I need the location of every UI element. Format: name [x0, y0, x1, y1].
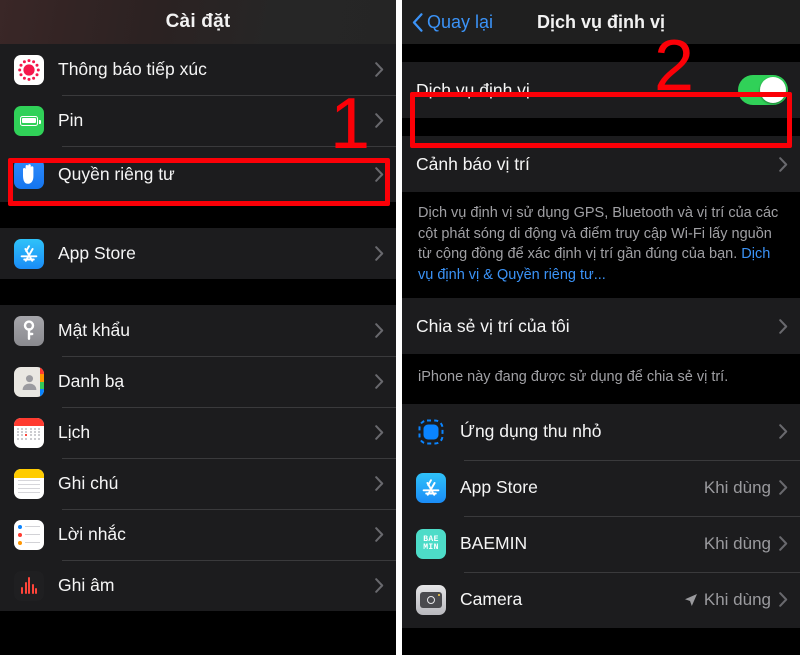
app-label: BAEMIN — [460, 533, 528, 554]
calendar-icon — [14, 417, 44, 448]
location-alerts-label: Cảnh báo vị trí — [416, 153, 530, 174]
back-button-label: Quay lại — [427, 11, 494, 32]
app-row-app-clips[interactable]: Ứng dụng thu nhỏ — [402, 403, 800, 460]
section-gap — [0, 279, 396, 305]
chevron-right-icon — [375, 246, 384, 261]
sidebar-item-label: Thông báo tiếp xúc — [58, 59, 207, 79]
chevron-right-icon — [375, 166, 384, 182]
sidebar-item-label: Quyền riêng tư — [58, 163, 175, 184]
notes-icon — [14, 468, 44, 499]
location-services-description: Dịch vụ định vị sử dụng GPS, Bluetooth v… — [402, 192, 800, 299]
sidebar-item-label: Lời nhắc — [58, 524, 126, 544]
chevron-right-icon — [779, 156, 788, 172]
page-title: Cài đặt — [165, 11, 231, 32]
camera-icon — [416, 584, 446, 615]
section-gap — [0, 202, 396, 228]
battery-icon — [14, 105, 44, 136]
chevron-right-icon — [375, 578, 384, 593]
sidebar-item-label: App Store — [58, 243, 136, 263]
sidebar-item-calendar[interactable]: Lịch — [0, 407, 396, 458]
app-row-right: Khi dùng — [684, 590, 788, 610]
description-text: Dịch vụ định vị sử dụng GPS, Bluetooth v… — [418, 205, 779, 263]
app-permission-value: Khi dùng — [703, 533, 771, 553]
chevron-right-icon — [375, 374, 384, 389]
app-permission-value: Khi dùng — [703, 589, 771, 609]
app-label: Ứng dụng thu nhỏ — [460, 421, 602, 442]
share-location-footnote: iPhone này đang được sử dụng để chia sẻ … — [402, 354, 800, 404]
app-label: Camera — [460, 589, 523, 610]
app-row-baemin[interactable]: BAE MIN BAEMIN Khi dùng — [402, 515, 800, 572]
app-store-icon — [14, 238, 44, 269]
screenshot-root: Cài đặt Thông báo tiếp xúc Pin Quyền riê… — [0, 0, 800, 655]
sidebar-item-label: Pin — [58, 110, 84, 130]
contacts-icon — [14, 366, 44, 397]
sidebar-item-label: Ghi chú — [58, 473, 119, 493]
exposure-notification-icon — [14, 54, 44, 85]
back-button[interactable]: Quay lại — [412, 12, 493, 33]
chevron-right-icon — [375, 113, 384, 128]
location-services-panel: Quay lại Dịch vụ định vị Dịch vụ định vị… — [402, 0, 800, 655]
settings-group-3: Mật khẩu Danh bạ Lịch Ghi chú Lời nhắc G… — [0, 305, 396, 611]
sidebar-item-app-store[interactable]: App Store — [0, 228, 396, 279]
chevron-right-icon — [779, 536, 788, 552]
toggle-knob — [760, 77, 786, 103]
sidebar-item-label: Mật khẩu — [58, 320, 130, 340]
section-gap — [402, 118, 800, 136]
reminders-icon — [14, 519, 44, 550]
right-navbar: Quay lại Dịch vụ định vị — [402, 0, 800, 44]
sidebar-item-reminders[interactable]: Lời nhắc — [0, 509, 396, 560]
share-location-label: Chia sẻ vị trí của tôi — [416, 315, 570, 336]
section-gap — [402, 44, 800, 62]
sidebar-item-label: Danh bạ — [58, 371, 125, 391]
chevron-right-icon — [375, 527, 384, 542]
sidebar-item-voice-memos[interactable]: Ghi âm — [0, 560, 396, 611]
chevron-right-icon — [375, 425, 384, 440]
chevron-right-icon — [779, 592, 788, 608]
app-row-app-store[interactable]: App Store Khi dùng — [402, 459, 800, 516]
passwords-key-icon — [14, 315, 44, 346]
baemin-icon: BAE MIN — [416, 528, 446, 559]
location-services-toggle[interactable] — [738, 75, 788, 105]
privacy-hand-icon — [14, 159, 44, 189]
settings-group-1: Thông báo tiếp xúc Pin Quyền riêng tư — [0, 44, 396, 202]
sidebar-item-contacts[interactable]: Danh bạ — [0, 356, 396, 407]
app-row-right — [771, 424, 788, 440]
sidebar-item-passwords[interactable]: Mật khẩu — [0, 305, 396, 356]
chevron-right-icon — [375, 476, 384, 491]
sidebar-item-label: Lịch — [58, 422, 91, 442]
location-services-toggle-row[interactable]: Dịch vụ định vị — [402, 62, 800, 118]
app-row-camera[interactable]: Camera Khi dùng — [402, 571, 800, 628]
location-services-label: Dịch vụ định vị — [416, 79, 530, 100]
chevron-left-icon — [412, 12, 423, 32]
chevron-right-icon — [375, 62, 384, 77]
chevron-right-icon — [779, 424, 788, 440]
chevron-right-icon — [375, 323, 384, 338]
voice-memos-icon — [14, 570, 44, 601]
app-row-right: Khi dùng — [704, 478, 788, 498]
sidebar-item-privacy[interactable]: Quyền riêng tư — [0, 146, 396, 202]
app-permission-value: Khi dùng — [703, 477, 771, 497]
share-location-row[interactable]: Chia sẻ vị trí của tôi — [402, 298, 800, 355]
app-row-right: Khi dùng — [704, 534, 788, 554]
app-store-icon — [416, 472, 446, 503]
chevron-right-icon — [779, 480, 788, 496]
location-alerts-row[interactable]: Cảnh báo vị trí — [402, 136, 800, 192]
app-label: App Store — [460, 477, 538, 498]
chevron-right-icon — [779, 319, 788, 334]
left-navbar: Cài đặt — [0, 0, 396, 44]
settings-panel: Cài đặt Thông báo tiếp xúc Pin Quyền riê… — [0, 0, 396, 655]
sidebar-item-exposure-notifications[interactable]: Thông báo tiếp xúc — [0, 44, 396, 95]
sidebar-item-battery[interactable]: Pin — [0, 95, 396, 146]
settings-group-2: App Store — [0, 228, 396, 279]
sidebar-item-notes[interactable]: Ghi chú — [0, 458, 396, 509]
sidebar-item-label: Ghi âm — [58, 575, 115, 595]
app-permission-list: Ứng dụng thu nhỏ App Store Khi dùng BAE … — [402, 403, 800, 628]
location-arrow-icon — [684, 593, 698, 607]
app-clips-icon — [416, 416, 446, 447]
